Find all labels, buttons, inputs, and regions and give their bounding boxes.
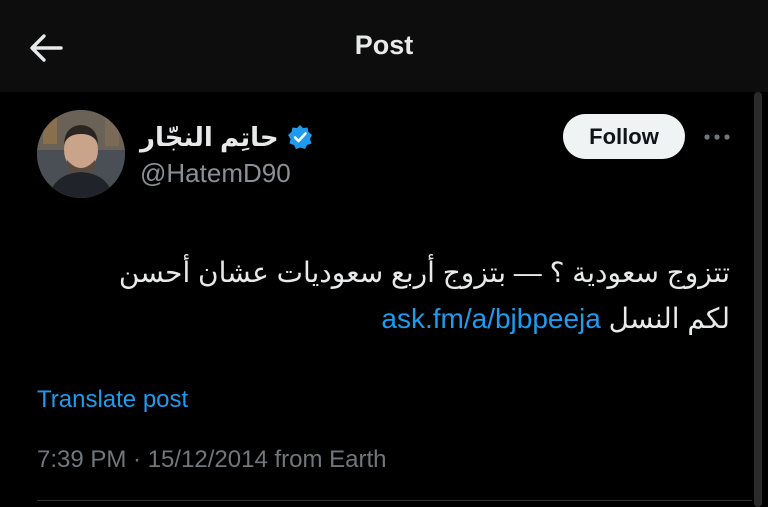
tweet-text: تتزوج سعودية ؟ — بتزوج أربع سعوديات عشان… xyxy=(30,250,730,342)
tweet-text-line-2: لكم النسل ask.fm/a/bjbpeeja xyxy=(30,296,730,342)
author-name-row: حاتِم النجّار xyxy=(140,120,313,154)
translate-post-link[interactable]: Translate post xyxy=(37,386,188,414)
top-bar: Post xyxy=(0,0,768,92)
post-timestamp[interactable]: 7:39 PM · 15/12/2014 from Earth xyxy=(37,446,387,474)
tweet-text-prefix: لكم النسل xyxy=(608,303,730,334)
author-display-name[interactable]: حاتِم النجّار xyxy=(140,122,279,153)
author-handle[interactable]: @HatemD90 xyxy=(140,158,291,189)
follow-button[interactable]: Follow xyxy=(563,114,685,159)
divider xyxy=(37,500,752,501)
avatar[interactable] xyxy=(37,110,125,198)
page-title: Post xyxy=(354,30,414,60)
verified-badge-icon xyxy=(287,125,312,149)
more-options-icon xyxy=(704,134,730,140)
avatar-image xyxy=(37,110,125,198)
tweet-link[interactable]: ask.fm/a/bjbpeeja xyxy=(381,303,600,334)
more-options-button[interactable] xyxy=(700,122,734,152)
tweet-text-line-1: تتزوج سعودية ؟ — بتزوج أربع سعوديات عشان… xyxy=(118,257,730,288)
scrollbar[interactable] xyxy=(754,92,762,507)
